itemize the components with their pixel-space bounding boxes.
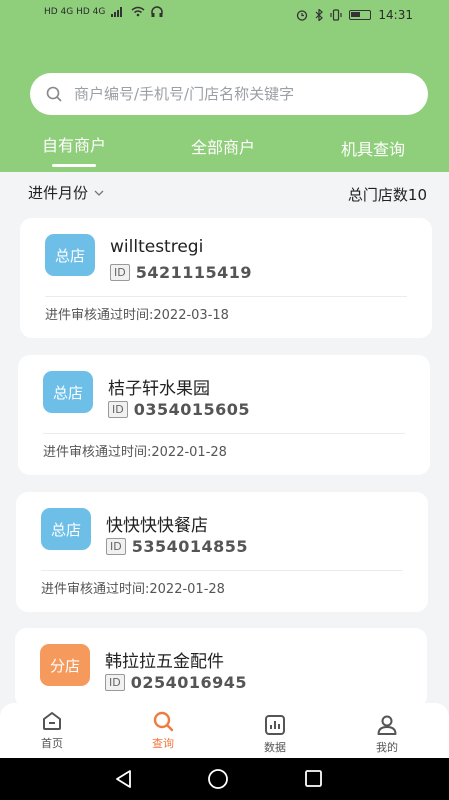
month-filter-dropdown[interactable]: 进件月份 [28,182,104,203]
vibrate-icon [330,9,343,21]
total-store-count: 总门店数10 [347,186,427,204]
merchant-id-row: ID 0354015605 [108,400,250,419]
merchant-name: willtestregi [110,237,204,257]
card-divider [41,570,403,571]
status-bar: HD 4G HD 4G 14:31 [0,0,449,32]
nav-mine[interactable]: 我的 [357,713,417,755]
status-right: 14:31 [296,8,413,22]
merchant-name: 快快快快餐店 [106,516,208,536]
id-tag: ID [108,401,128,418]
id-tag: ID [106,538,126,555]
merchant-card[interactable]: 分店 韩拉拉五金配件 ID 0254016945 [15,628,427,708]
search-input[interactable] [74,85,428,103]
store-type-badge: 总店 [41,508,91,550]
merchant-id: 5354014855 [131,537,249,556]
user-icon [377,715,397,735]
home-icon [43,712,61,730]
filter-row: 进件月份 总门店数10 [0,172,449,214]
tab-device-query[interactable]: 机具查询 [341,136,405,160]
nav-data-label: 数据 [264,741,286,754]
home-circle-icon[interactable] [207,769,229,791]
network-label: HD 4G HD 4G [44,6,106,17]
search-icon [153,711,174,732]
search-icon [46,86,62,102]
merchant-id: 0354015605 [133,400,251,419]
nav-home-label: 首页 [41,737,63,750]
nav-mine-label: 我的 [376,741,398,754]
merchant-id: 0254016945 [130,673,248,692]
nav-query[interactable]: 查询 [133,709,193,751]
alarm-icon [297,10,308,21]
merchant-name: 韩拉拉五金配件 [105,652,224,672]
wifi-icon [131,6,145,17]
card-divider [45,296,407,297]
merchant-id: 5421115419 [135,263,253,282]
tab-own-merchants[interactable]: 自有商户 [42,132,106,156]
active-tab-indicator [52,164,96,167]
clock: 14:31 [378,8,413,22]
merchant-name: 桔子轩水果园 [108,379,210,399]
battery-icon [349,10,372,20]
id-tag: ID [110,264,130,281]
card-divider [43,433,405,434]
headset-icon [151,6,164,17]
nav-home[interactable]: 首页 [22,709,82,751]
approval-time: 进件审核通过时间:2022-01-28 [43,445,227,460]
approval-time: 进件审核通过时间:2022-01-28 [41,582,225,597]
store-type-badge: 分店 [40,644,90,686]
chart-icon [265,715,285,735]
store-type-badge: 总店 [43,371,93,413]
merchant-card[interactable]: 总店 willtestregi ID 5421115419 进件审核通过时间:2… [20,218,432,338]
merchant-id-row: ID 5354014855 [106,537,248,556]
back-icon[interactable] [114,769,134,789]
month-filter-label: 进件月份 [28,184,89,202]
merchant-card[interactable]: 总店 快快快快餐店 ID 5354014855 进件审核通过时间:2022-01… [16,492,428,612]
signal-icon [111,6,123,17]
tab-all-merchants[interactable]: 全部商户 [191,134,255,158]
merchant-tabs: 自有商户 全部商户 机具查询 [0,128,449,168]
signal-indicators: HD 4G HD 4G [44,6,164,17]
nav-query-label: 查询 [152,737,174,750]
merchant-id-row: ID 5421115419 [110,263,252,282]
chevron-down-icon [94,190,104,196]
bluetooth-icon [315,9,324,21]
bottom-navigation: 首页 查询 数据 我的 [0,703,449,758]
id-tag: ID [105,674,125,691]
merchant-id-row: ID 0254016945 [105,673,247,692]
system-navigation-bar [0,758,449,800]
search-bar[interactable] [30,73,428,115]
nav-data[interactable]: 数据 [245,713,305,755]
merchant-card[interactable]: 总店 桔子轩水果园 ID 0354015605 进件审核通过时间:2022-01… [18,355,430,475]
store-type-badge: 总店 [45,234,95,276]
approval-time: 进件审核通过时间:2022-03-18 [45,308,229,323]
recent-apps-icon[interactable] [304,769,324,789]
